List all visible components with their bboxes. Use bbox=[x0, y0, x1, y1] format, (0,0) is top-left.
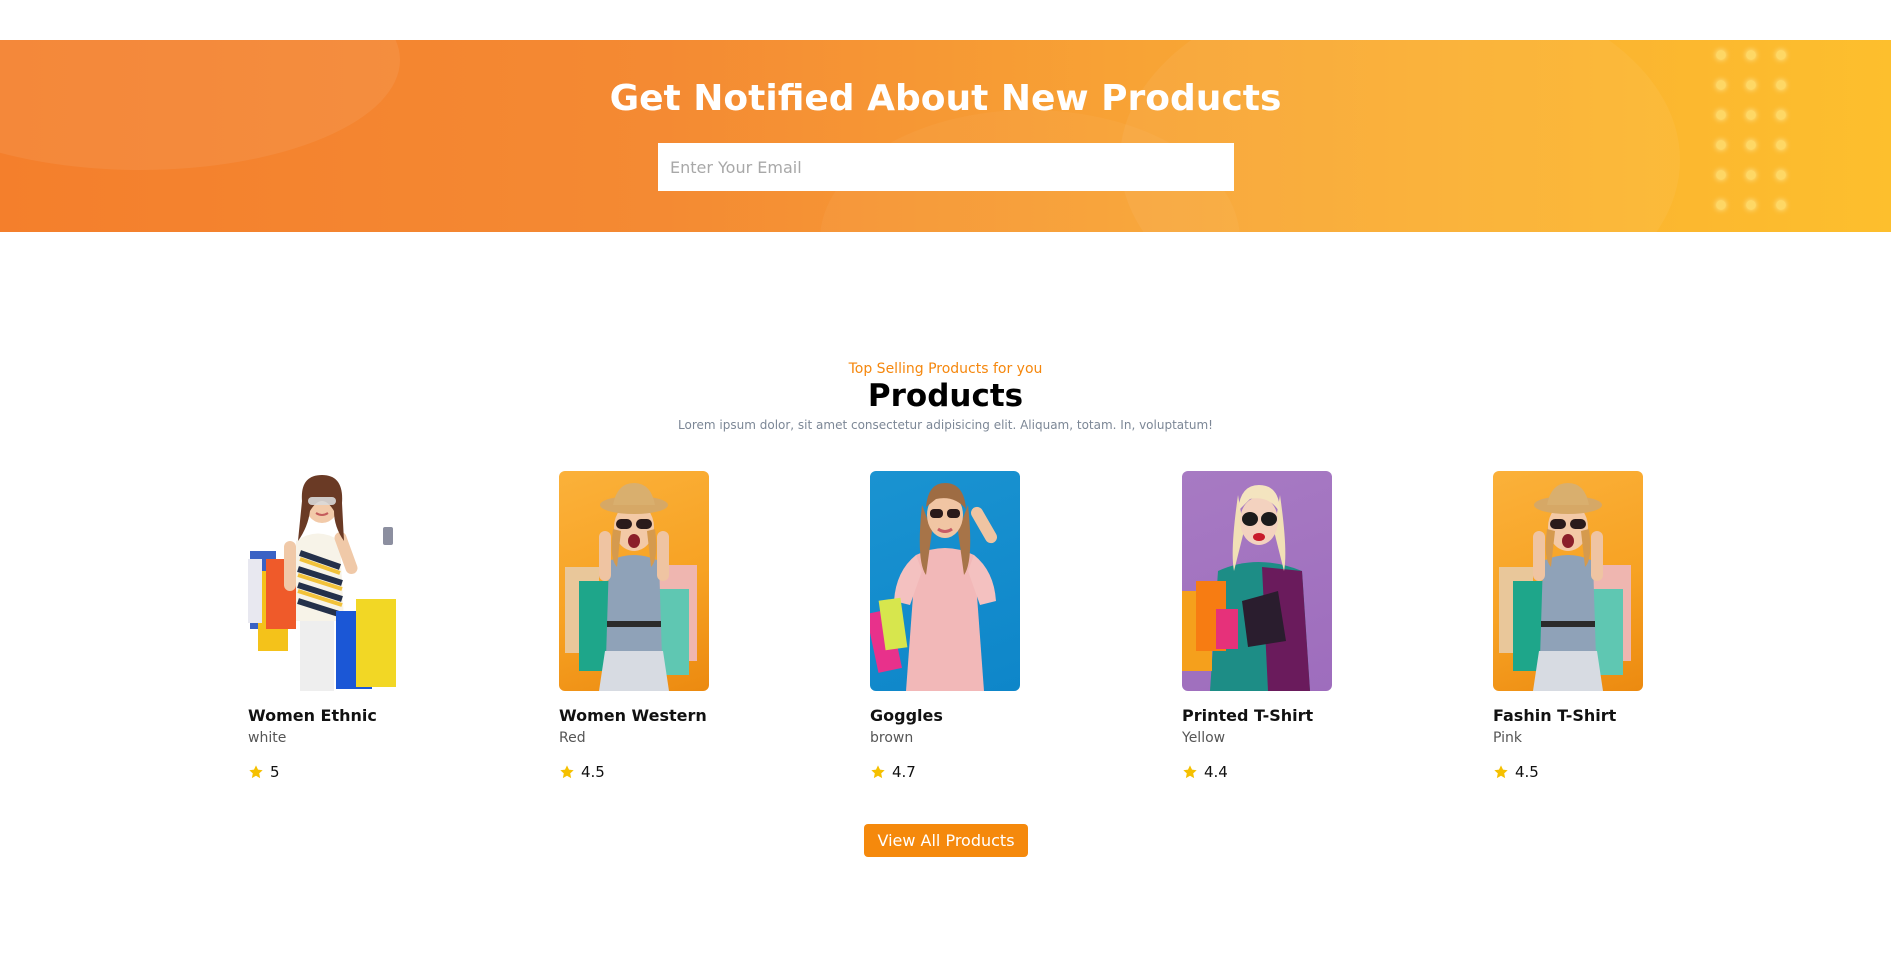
product-rating: 4.5 bbox=[1493, 763, 1539, 781]
product-rating: 4.4 bbox=[1182, 763, 1228, 781]
star-icon bbox=[560, 765, 574, 779]
product-rating: 4.7 bbox=[870, 763, 916, 781]
product-name[interactable]: Women Western bbox=[559, 706, 707, 725]
product-image[interactable] bbox=[1493, 471, 1643, 691]
product-name[interactable]: Goggles bbox=[870, 706, 943, 725]
product-image[interactable] bbox=[248, 471, 398, 691]
product-color: white bbox=[248, 730, 287, 746]
product-color: Yellow bbox=[1182, 730, 1226, 746]
product-color: Red bbox=[559, 730, 586, 746]
product-name[interactable]: Women Ethnic bbox=[248, 706, 377, 725]
star-icon bbox=[1494, 765, 1508, 779]
newsletter-banner: Get Notified About New Products bbox=[0, 40, 1891, 232]
product-image[interactable] bbox=[559, 471, 709, 691]
section-eyebrow: Top Selling Products for you bbox=[848, 361, 1043, 377]
rating-value: 4.5 bbox=[581, 763, 605, 781]
product-name[interactable]: Printed T-Shirt bbox=[1182, 706, 1313, 725]
product-card[interactable]: Women Ethnic white 5 bbox=[248, 471, 508, 781]
product-rating: 5 bbox=[248, 763, 280, 781]
rating-value: 5 bbox=[270, 763, 280, 781]
star-icon bbox=[249, 765, 263, 779]
product-image[interactable] bbox=[870, 471, 1020, 691]
product-color: brown bbox=[870, 730, 914, 746]
rating-value: 4.4 bbox=[1204, 763, 1228, 781]
email-input[interactable] bbox=[658, 143, 1234, 191]
product-card[interactable]: Fashin T-Shirt Pink 4.5 bbox=[1493, 471, 1753, 781]
view-all-products-button[interactable]: View All Products bbox=[864, 824, 1028, 857]
star-icon bbox=[871, 765, 885, 779]
rating-value: 4.7 bbox=[892, 763, 916, 781]
dot-pattern bbox=[1712, 46, 1808, 232]
newsletter-title: Get Notified About New Products bbox=[609, 78, 1282, 119]
section-description: Lorem ipsum dolor, sit amet consectetur … bbox=[678, 418, 1213, 432]
product-name[interactable]: Fashin T-Shirt bbox=[1493, 706, 1616, 725]
rating-value: 4.5 bbox=[1515, 763, 1539, 781]
product-card[interactable]: Women Western Red 4.5 bbox=[559, 471, 819, 781]
star-icon bbox=[1183, 765, 1197, 779]
product-rating: 4.5 bbox=[559, 763, 605, 781]
product-color: Pink bbox=[1493, 730, 1523, 746]
product-image[interactable] bbox=[1182, 471, 1332, 691]
product-card[interactable]: Goggles brown 4.7 bbox=[870, 471, 1130, 781]
product-card[interactable]: Printed T-Shirt Yellow 4.4 bbox=[1182, 471, 1442, 781]
section-title: Products bbox=[867, 378, 1024, 414]
